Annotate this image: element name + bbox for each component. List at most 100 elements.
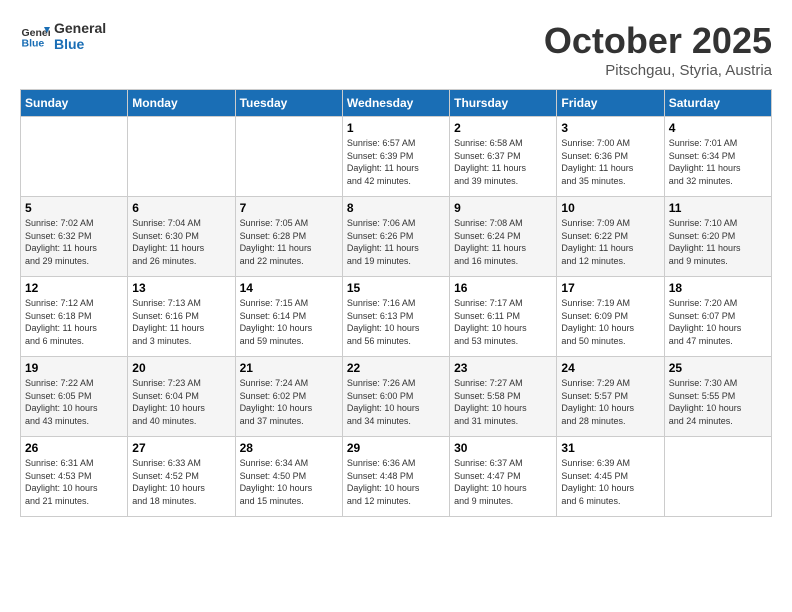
day-number: 15 [347, 281, 445, 295]
day-number: 16 [454, 281, 552, 295]
day-number: 27 [132, 441, 230, 455]
day-info: Sunrise: 7:10 AM Sunset: 6:20 PM Dayligh… [669, 217, 767, 267]
day-number: 7 [240, 201, 338, 215]
day-info: Sunrise: 7:29 AM Sunset: 5:57 PM Dayligh… [561, 377, 659, 427]
day-info: Sunrise: 6:57 AM Sunset: 6:39 PM Dayligh… [347, 137, 445, 187]
day-number: 11 [669, 201, 767, 215]
day-number: 25 [669, 361, 767, 375]
calendar-table: SundayMondayTuesdayWednesdayThursdayFrid… [20, 89, 772, 517]
day-number: 8 [347, 201, 445, 215]
day-number: 10 [561, 201, 659, 215]
day-info: Sunrise: 6:34 AM Sunset: 4:50 PM Dayligh… [240, 457, 338, 507]
calendar-cell [235, 117, 342, 197]
day-info: Sunrise: 7:13 AM Sunset: 6:16 PM Dayligh… [132, 297, 230, 347]
day-number: 13 [132, 281, 230, 295]
day-info: Sunrise: 6:37 AM Sunset: 4:47 PM Dayligh… [454, 457, 552, 507]
calendar-cell: 25 Sunrise: 7:30 AM Sunset: 5:55 PM Dayli… [664, 357, 771, 437]
day-info: Sunrise: 7:06 AM Sunset: 6:26 PM Dayligh… [347, 217, 445, 267]
day-number: 19 [25, 361, 123, 375]
day-info: Sunrise: 7:04 AM Sunset: 6:30 PM Dayligh… [132, 217, 230, 267]
day-number: 5 [25, 201, 123, 215]
weekday-header-row: SundayMondayTuesdayWednesdayThursdayFrid… [21, 90, 772, 117]
logo-line2: Blue [54, 36, 106, 52]
logo-line1: General [54, 20, 106, 36]
day-number: 1 [347, 121, 445, 135]
calendar-cell: 19 Sunrise: 7:22 AM Sunset: 6:05 PM Dayli… [21, 357, 128, 437]
calendar-cell: 30 Sunrise: 6:37 AM Sunset: 4:47 PM Dayli… [450, 437, 557, 517]
day-info: Sunrise: 7:01 AM Sunset: 6:34 PM Dayligh… [669, 137, 767, 187]
day-number: 6 [132, 201, 230, 215]
logo: General Blue General Blue [20, 20, 106, 52]
day-number: 17 [561, 281, 659, 295]
calendar-cell: 31Sunrise: 6:39 AM Sunset: 4:45 PM Dayli… [557, 437, 664, 517]
day-number: 28 [240, 441, 338, 455]
day-info: Sunrise: 7:09 AM Sunset: 6:22 PM Dayligh… [561, 217, 659, 267]
day-number: 20 [132, 361, 230, 375]
calendar-cell: 24Sunrise: 7:29 AM Sunset: 5:57 PM Dayli… [557, 357, 664, 437]
title-block: October 2025 Pitschgau, Styria, Austria [544, 20, 772, 79]
day-number: 22 [347, 361, 445, 375]
month-title: October 2025 [544, 20, 772, 62]
day-number: 12 [25, 281, 123, 295]
weekday-header: Sunday [21, 90, 128, 117]
calendar-cell: 22 Sunrise: 7:26 AM Sunset: 6:00 PM Dayli… [342, 357, 449, 437]
calendar-cell [128, 117, 235, 197]
day-info: Sunrise: 7:08 AM Sunset: 6:24 PM Dayligh… [454, 217, 552, 267]
day-info: Sunrise: 7:19 AM Sunset: 6:09 PM Dayligh… [561, 297, 659, 347]
weekday-header: Thursday [450, 90, 557, 117]
calendar-cell: 11 Sunrise: 7:10 AM Sunset: 6:20 PM Dayli… [664, 197, 771, 277]
logo-icon: General Blue [20, 21, 50, 51]
calendar-cell: 12 Sunrise: 7:12 AM Sunset: 6:18 PM Dayli… [21, 277, 128, 357]
day-info: Sunrise: 7:20 AM Sunset: 6:07 PM Dayligh… [669, 297, 767, 347]
page-header: General Blue General Blue October 2025 P… [20, 20, 772, 79]
day-info: Sunrise: 6:58 AM Sunset: 6:37 PM Dayligh… [454, 137, 552, 187]
day-info: Sunrise: 7:26 AM Sunset: 6:00 PM Dayligh… [347, 377, 445, 427]
calendar-cell: 26Sunrise: 6:31 AM Sunset: 4:53 PM Dayli… [21, 437, 128, 517]
day-number: 29 [347, 441, 445, 455]
day-info: Sunrise: 6:31 AM Sunset: 4:53 PM Dayligh… [25, 457, 123, 507]
weekday-header: Saturday [664, 90, 771, 117]
calendar-cell: 23 Sunrise: 7:27 AM Sunset: 5:58 PM Dayli… [450, 357, 557, 437]
day-info: Sunrise: 7:22 AM Sunset: 6:05 PM Dayligh… [25, 377, 123, 427]
day-info: Sunrise: 7:30 AM Sunset: 5:55 PM Dayligh… [669, 377, 767, 427]
day-number: 18 [669, 281, 767, 295]
calendar-cell: 13 Sunrise: 7:13 AM Sunset: 6:16 PM Dayli… [128, 277, 235, 357]
day-info: Sunrise: 6:36 AM Sunset: 4:48 PM Dayligh… [347, 457, 445, 507]
calendar-cell: 28 Sunrise: 6:34 AM Sunset: 4:50 PM Dayli… [235, 437, 342, 517]
calendar-week-row: 12 Sunrise: 7:12 AM Sunset: 6:18 PM Dayli… [21, 277, 772, 357]
day-number: 4 [669, 121, 767, 135]
calendar-cell: 29 Sunrise: 6:36 AM Sunset: 4:48 PM Dayli… [342, 437, 449, 517]
calendar-cell: 7 Sunrise: 7:05 AM Sunset: 6:28 PM Daylig… [235, 197, 342, 277]
location-subtitle: Pitschgau, Styria, Austria [544, 62, 772, 79]
calendar-cell: 4 Sunrise: 7:01 AM Sunset: 6:34 PM Daylig… [664, 117, 771, 197]
calendar-cell: 17 Sunrise: 7:19 AM Sunset: 6:09 PM Dayli… [557, 277, 664, 357]
day-info: Sunrise: 7:27 AM Sunset: 5:58 PM Dayligh… [454, 377, 552, 427]
day-number: 23 [454, 361, 552, 375]
day-number: 9 [454, 201, 552, 215]
calendar-cell [664, 437, 771, 517]
svg-text:Blue: Blue [22, 38, 45, 50]
weekday-header: Monday [128, 90, 235, 117]
calendar-cell: 8 Sunrise: 7:06 AM Sunset: 6:26 PM Daylig… [342, 197, 449, 277]
calendar-cell: 9 Sunrise: 7:08 AM Sunset: 6:24 PM Daylig… [450, 197, 557, 277]
weekday-header: Tuesday [235, 90, 342, 117]
calendar-cell: 10 Sunrise: 7:09 AM Sunset: 6:22 PM Dayli… [557, 197, 664, 277]
day-number: 31 [561, 441, 659, 455]
calendar-cell: 14 Sunrise: 7:15 AM Sunset: 6:14 PM Dayli… [235, 277, 342, 357]
day-info: Sunrise: 7:05 AM Sunset: 6:28 PM Dayligh… [240, 217, 338, 267]
day-info: Sunrise: 7:24 AM Sunset: 6:02 PM Dayligh… [240, 377, 338, 427]
day-info: Sunrise: 7:15 AM Sunset: 6:14 PM Dayligh… [240, 297, 338, 347]
day-info: Sunrise: 7:00 AM Sunset: 6:36 PM Dayligh… [561, 137, 659, 187]
day-number: 14 [240, 281, 338, 295]
calendar-cell: 27 Sunrise: 6:33 AM Sunset: 4:52 PM Dayli… [128, 437, 235, 517]
day-number: 30 [454, 441, 552, 455]
day-info: Sunrise: 7:12 AM Sunset: 6:18 PM Dayligh… [25, 297, 123, 347]
calendar-cell: 21Sunrise: 7:24 AM Sunset: 6:02 PM Dayli… [235, 357, 342, 437]
calendar-cell: 5Sunrise: 7:02 AM Sunset: 6:32 PM Daylig… [21, 197, 128, 277]
calendar-cell: 16Sunrise: 7:17 AM Sunset: 6:11 PM Dayli… [450, 277, 557, 357]
day-info: Sunrise: 7:16 AM Sunset: 6:13 PM Dayligh… [347, 297, 445, 347]
day-number: 3 [561, 121, 659, 135]
calendar-cell: 15 Sunrise: 7:16 AM Sunset: 6:13 PM Dayli… [342, 277, 449, 357]
weekday-header: Wednesday [342, 90, 449, 117]
day-info: Sunrise: 6:33 AM Sunset: 4:52 PM Dayligh… [132, 457, 230, 507]
